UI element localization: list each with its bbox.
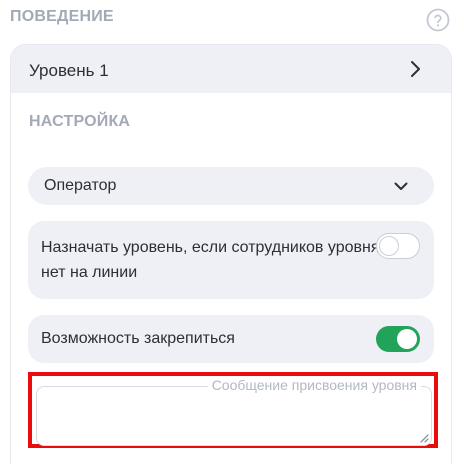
chevron-right-icon [411, 61, 420, 77]
settings-section-title: НАСТРОЙКА [29, 113, 131, 130]
assign-level-option: Назначать уровень, если сотрудников уров… [28, 221, 434, 299]
level-message-textarea[interactable]: Сообщение присвоения уровня [36, 377, 432, 446]
message-field-highlight: Сообщение присвоения уровня [28, 372, 438, 448]
operator-select-value: Оператор [44, 177, 117, 194]
assign-level-label: Назначать уровень, если сотрудников уров… [41, 239, 380, 281]
pin-option: Возможность закрепиться [28, 315, 434, 363]
behavior-panel: ПОВЕДЕНИЕ Уровень 1 НАСТРОЙКА Оператор Н… [0, 0, 464, 464]
operator-select[interactable]: Оператор [28, 167, 434, 205]
behavior-section-title: ПОВЕДЕНИЕ [10, 8, 114, 25]
assign-level-toggle[interactable] [376, 233, 420, 259]
level-message-label: Сообщение присвоения уровня [207, 377, 421, 393]
pin-option-toggle[interactable] [376, 326, 420, 352]
question-circle-icon[interactable] [426, 8, 450, 32]
resize-handle-icon[interactable] [419, 433, 429, 443]
toggle-knob [397, 329, 417, 349]
pin-option-label: Возможность закрепиться [41, 330, 235, 347]
chevron-down-icon [394, 182, 408, 190]
level-header[interactable]: Уровень 1 [11, 45, 451, 93]
level-label: Уровень 1 [29, 61, 109, 80]
toggle-knob [379, 235, 399, 256]
